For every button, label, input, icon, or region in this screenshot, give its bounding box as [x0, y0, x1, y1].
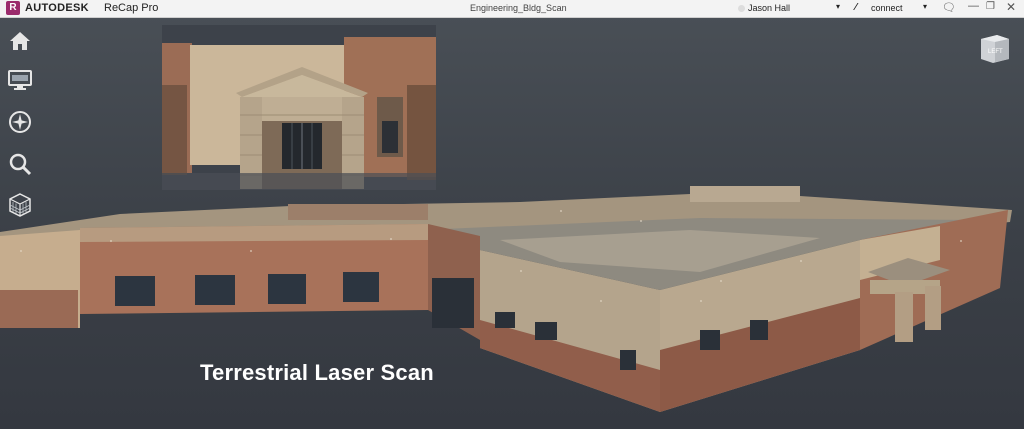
scan-caption: Terrestrial Laser Scan — [200, 360, 434, 385]
minimize-icon[interactable]: — — [968, 0, 979, 12]
brand-label: AUTODESK — [25, 2, 89, 14]
chat-icon[interactable]: 🗨 — [942, 1, 956, 14]
display-button[interactable] — [7, 67, 33, 93]
compass-icon — [9, 111, 31, 133]
user-avatar-icon[interactable] — [738, 5, 745, 12]
entrance-detail-image — [162, 25, 436, 190]
recap-logo[interactable]: R — [6, 1, 20, 15]
view-cube-face-label: LEFT — [988, 49, 1003, 55]
connect-menu-caret-icon[interactable]: ▾ — [923, 2, 927, 11]
connect-button[interactable]: connect — [871, 3, 903, 13]
title-bar: R AUTODESK ReCap Pro Engineering_Bldg_Sc… — [0, 0, 1024, 18]
user-name[interactable]: Jason Hall — [748, 3, 790, 13]
connect-icon[interactable]: ⁄ — [855, 2, 857, 13]
navigate-button[interactable] — [7, 109, 33, 135]
restore-icon[interactable]: ❐ — [986, 1, 995, 12]
home-icon — [10, 32, 30, 50]
home-button[interactable] — [7, 28, 33, 54]
product-label: ReCap Pro — [104, 2, 159, 14]
view-cube[interactable]: LEFT — [977, 33, 1011, 65]
display-icon — [8, 70, 32, 90]
search-button[interactable] — [7, 151, 33, 177]
close-icon[interactable]: ✕ — [1006, 0, 1016, 14]
document-title: Engineering_Bldg_Scan — [470, 3, 567, 13]
search-icon — [9, 153, 32, 176]
point-cloud-view[interactable] — [0, 180, 1024, 420]
user-menu-caret-icon[interactable]: ▾ — [836, 2, 840, 11]
